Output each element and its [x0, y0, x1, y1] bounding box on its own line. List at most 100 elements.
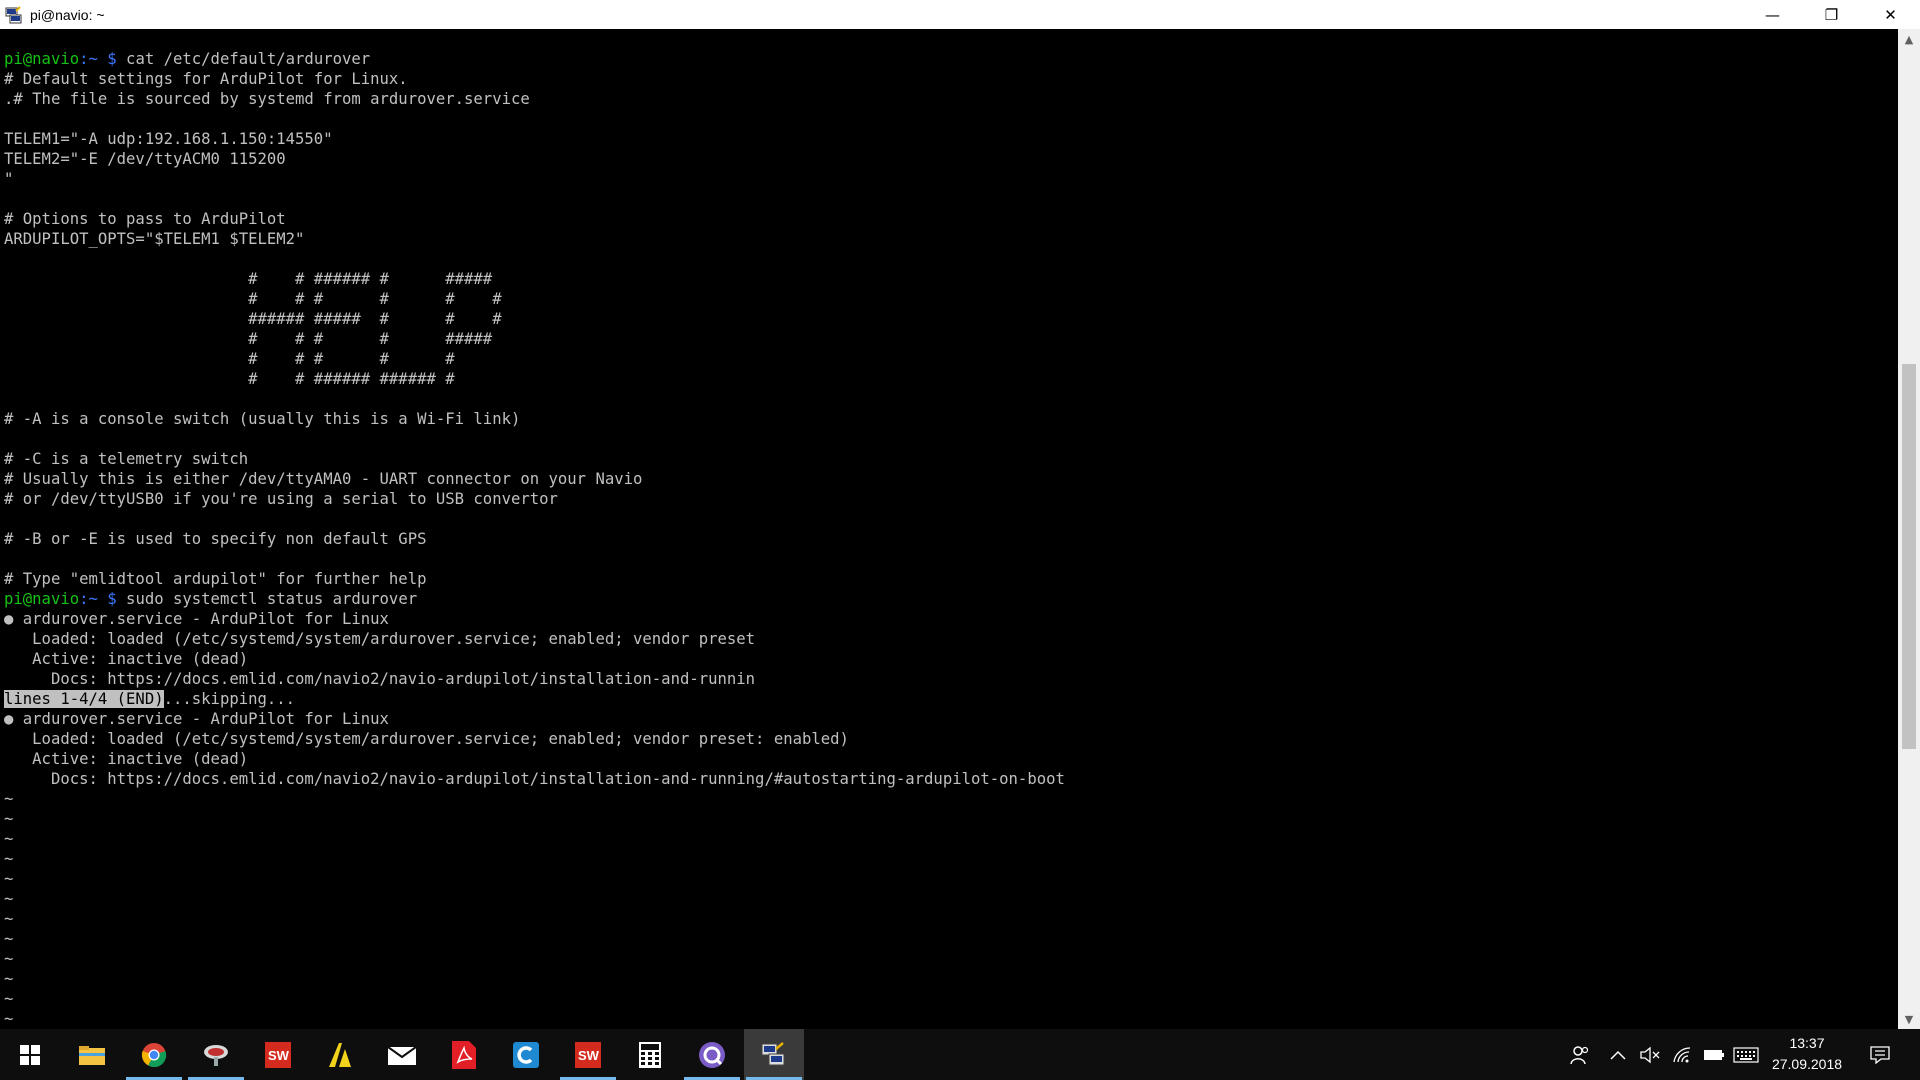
terminal-line: ~ — [4, 989, 1065, 1009]
line-text: ###### ##### # # # — [4, 310, 502, 328]
terminal-line: ~ — [4, 789, 1065, 809]
keyboard-icon — [1733, 1046, 1759, 1063]
satellite-dish-icon — [204, 1044, 228, 1066]
terminal-line: ~ — [4, 1009, 1065, 1029]
chrome-icon — [141, 1042, 167, 1067]
line-text: ~ — [4, 930, 14, 948]
terminal-line: Docs: https://docs.emlid.com/navio2/navi… — [4, 769, 1065, 789]
terminal-line: ARDUPILOT_OPTS="$TELEM1 $TELEM2" — [4, 229, 1065, 249]
vpn-client-icon — [699, 1041, 725, 1068]
wifi-icon — [1673, 1046, 1691, 1062]
close-button[interactable]: ✕ — [1861, 0, 1920, 29]
satellite-app-button[interactable] — [186, 1029, 246, 1080]
acrobat-icon — [452, 1040, 476, 1069]
battery-icon — [1704, 1049, 1724, 1060]
vertical-scrollbar[interactable]: ▲ ▼ — [1898, 29, 1920, 1029]
taskbar: SW SW 13:37 27.09.2018 — [0, 1029, 1920, 1080]
putty-taskbar-button[interactable] — [744, 1029, 804, 1080]
solidworks-button[interactable]: SW — [248, 1029, 308, 1080]
show-hidden-icons-button[interactable] — [1604, 1029, 1632, 1080]
solidworks-icon: SW — [265, 1041, 291, 1068]
terminal-line: ~ — [4, 889, 1065, 909]
svg-text:SW: SW — [268, 1048, 290, 1063]
terminal-line: ###### ##### # # # — [4, 309, 1065, 329]
terminal-line: pi@navio:~ $ cat /etc/default/ardurover — [4, 49, 1065, 69]
volume-button[interactable] — [1636, 1029, 1664, 1080]
restore-button[interactable]: ❐ — [1802, 0, 1861, 29]
solidworks-2016-button[interactable]: SW — [558, 1029, 618, 1080]
scroll-up-arrow-icon[interactable]: ▲ — [1898, 29, 1920, 49]
terminal-lines: pi@navio:~ $ cat /etc/default/ardurover #… — [4, 49, 1065, 1029]
terminal-line: ~ — [4, 909, 1065, 929]
terminal-line: Loaded: loaded (/etc/systemd/system/ardu… — [4, 729, 1065, 749]
terminal-line: Active: inactive (dead) — [4, 749, 1065, 769]
battery-button[interactable] — [1700, 1029, 1728, 1080]
putty-icon — [761, 1041, 785, 1065]
terminal-line: TELEM2="-E /dev/ttyACM0 115200 — [4, 149, 1065, 169]
line-text: # # ###### # ##### — [4, 270, 493, 288]
terminal-line: ~ — [4, 969, 1065, 989]
vpn-client-button[interactable] — [682, 1029, 742, 1080]
terminal-line: ~ — [4, 849, 1065, 869]
scroll-down-arrow-icon[interactable]: ▼ — [1898, 1009, 1920, 1029]
line-text: ~ — [4, 830, 14, 848]
prompt-path: :~ $ — [79, 590, 117, 608]
line-text: ~ — [4, 1010, 14, 1028]
action-center-button[interactable] — [1860, 1029, 1900, 1080]
line-text: Active: inactive (dead) — [4, 650, 249, 668]
terminal-line: # -B or -E is used to specify non defaul… — [4, 529, 1065, 549]
acrobat-button[interactable] — [434, 1029, 494, 1080]
pager-status: lines 1-4/4 (END) — [4, 690, 164, 708]
line-text: TELEM2="-E /dev/ttyACM0 115200 — [4, 150, 286, 168]
keyboard-button[interactable] — [1730, 1029, 1762, 1080]
terminal-line: # # ###### # ##### — [4, 269, 1065, 289]
line-text: # -B or -E is used to specify non defaul… — [4, 530, 427, 548]
c-app-button[interactable] — [496, 1029, 556, 1080]
chrome-button[interactable] — [124, 1029, 184, 1080]
archicad-button[interactable] — [310, 1029, 370, 1080]
shell-prompt: pi@navio — [4, 590, 80, 608]
people-button[interactable] — [1562, 1029, 1598, 1080]
terminal-line: ~ — [4, 869, 1065, 889]
line-text: # # # # # — [4, 350, 455, 368]
terminal-output[interactable]: pi@navio:~ $ cat /etc/default/ardurover #… — [0, 29, 1898, 1029]
restore-icon: ❐ — [1824, 5, 1839, 24]
putty-icon[interactable] — [4, 5, 24, 25]
line-text: ~ — [4, 870, 14, 888]
network-button[interactable] — [1668, 1029, 1696, 1080]
clock-time: 13:37 — [1789, 1035, 1825, 1051]
window-titlebar: pi@navio: ~ — ❐ ✕ — [0, 0, 1920, 29]
terminal-line: ● ardurover.service - ArduPilot for Linu… — [4, 709, 1065, 729]
line-text: # Default settings for ArduPilot for Lin… — [4, 70, 408, 88]
window-title: pi@navio: ~ — [30, 6, 105, 23]
archicad-icon — [329, 1042, 351, 1067]
system-clock[interactable]: 13:37 27.09.2018 — [1762, 1029, 1852, 1080]
line-text: ~ — [4, 990, 14, 1008]
start-button[interactable] — [0, 1029, 60, 1080]
mail-button[interactable] — [372, 1029, 432, 1080]
calculator-icon — [639, 1041, 661, 1068]
terminal-line: Loaded: loaded (/etc/systemd/system/ardu… — [4, 629, 1065, 649]
clock-date: 27.09.2018 — [1771, 1056, 1843, 1072]
c-app-icon — [513, 1041, 539, 1068]
solidworks-2016-icon: SW — [575, 1041, 601, 1068]
terminal-line: # Options to pass to ArduPilot — [4, 209, 1065, 229]
calculator-button[interactable] — [620, 1029, 680, 1080]
terminal-line: Active: inactive (dead) — [4, 649, 1065, 669]
line-text: # # ###### ###### # — [4, 370, 455, 388]
line-text: ~ — [4, 890, 14, 908]
scrollbar-thumb[interactable] — [1902, 364, 1916, 749]
file-explorer-button[interactable] — [62, 1029, 122, 1080]
minimize-button[interactable]: — — [1743, 0, 1802, 29]
terminal-line: # -C is a telemetry switch — [4, 449, 1065, 469]
line-text: # Usually this is either /dev/ttyAMA0 - … — [4, 470, 643, 488]
line-text: ~ — [4, 810, 14, 828]
terminal-line: # or /dev/ttyUSB0 if you're using a seri… — [4, 489, 1065, 509]
line-text: # # # # # # — [4, 290, 502, 308]
line-text: # -C is a telemetry switch — [4, 450, 249, 468]
